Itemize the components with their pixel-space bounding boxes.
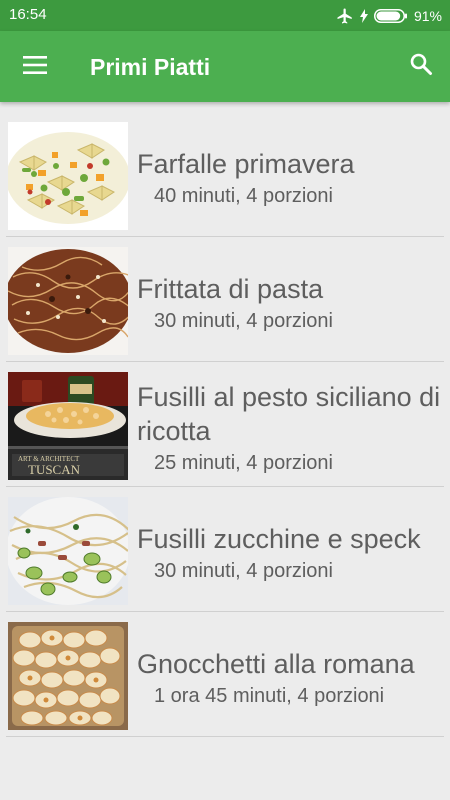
recipe-item-fusilli-pesto-siciliano[interactable]: ART & ARCHITECT TUSCAN Fusilli al pesto … [0, 370, 450, 495]
airplane-mode-icon [336, 7, 354, 25]
recipe-item-frittata-di-pasta[interactable]: Frittata di pasta 30 minuti, 4 porzioni [0, 245, 450, 370]
divider [6, 736, 444, 737]
divider [6, 611, 444, 612]
fusilli-zucchine-photo [8, 497, 128, 605]
recipe-item-fusilli-zucchine-speck[interactable]: Fusilli zucchine e speck 30 minuti, 4 po… [0, 495, 450, 620]
farfalle-photo [8, 122, 128, 230]
recipe-item-farfalle-primavera[interactable]: Farfalle primavera 40 minuti, 4 porzioni [0, 120, 450, 245]
hamburger-menu-icon [23, 55, 47, 79]
recipe-texts: Farfalle primavera 40 minuti, 4 porzioni [137, 120, 447, 234]
recipe-meta: 40 minuti, 4 porzioni [154, 184, 333, 207]
search-icon [409, 52, 433, 81]
fusilli-pesto-photo: ART & ARCHITECT TUSCAN [8, 372, 128, 480]
divider [6, 236, 444, 237]
search-button[interactable] [398, 43, 444, 89]
status-icons: 91% [336, 0, 442, 31]
status-bar: 16:54 91% [0, 0, 450, 31]
status-time: 16:54 [9, 6, 47, 23]
gnocchetti-photo [8, 622, 128, 730]
divider [6, 361, 444, 362]
recipe-list: Farfalle primavera 40 minuti, 4 porzioni [0, 120, 450, 745]
recipe-meta: 1 ora 45 minuti, 4 porzioni [154, 684, 385, 707]
divider [6, 486, 444, 487]
page-title: Primi Piatti [90, 54, 211, 80]
recipe-texts: Frittata di pasta 30 minuti, 4 porzioni [137, 245, 447, 359]
battery-percent: 91% [413, 7, 442, 24]
charging-bolt-icon [359, 8, 368, 23]
menu-button[interactable] [12, 44, 58, 90]
recipe-item-gnocchetti-alla-romana[interactable]: Gnocchetti alla romana 1 ora 45 minuti, … [0, 620, 450, 745]
app-bar: Primi Piatti [0, 31, 450, 102]
recipe-meta: 25 minuti, 4 porzioni [154, 451, 333, 474]
recipe-meta: 30 minuti, 4 porzioni [154, 559, 333, 582]
recipe-name: Farfalle primavera [137, 148, 355, 179]
recipe-texts: Gnocchetti alla romana 1 ora 45 minuti, … [137, 620, 447, 734]
recipe-name: Fusilli zucchine e speck [137, 523, 421, 554]
frittata-photo [8, 247, 128, 355]
recipe-name: Gnocchetti alla romana [137, 648, 415, 679]
recipe-name: Frittata di pasta [137, 273, 324, 304]
recipe-name: Fusilli al pesto siciliano di ricotta [137, 381, 441, 446]
battery-icon [373, 8, 408, 24]
recipe-texts: Fusilli zucchine e speck 30 minuti, 4 po… [137, 495, 447, 609]
svg-text:TUSCAN: TUSCAN [28, 462, 81, 477]
recipe-texts: Fusilli al pesto siciliano di ricotta 25… [137, 370, 447, 484]
recipe-meta: 30 minuti, 4 porzioni [154, 309, 333, 332]
